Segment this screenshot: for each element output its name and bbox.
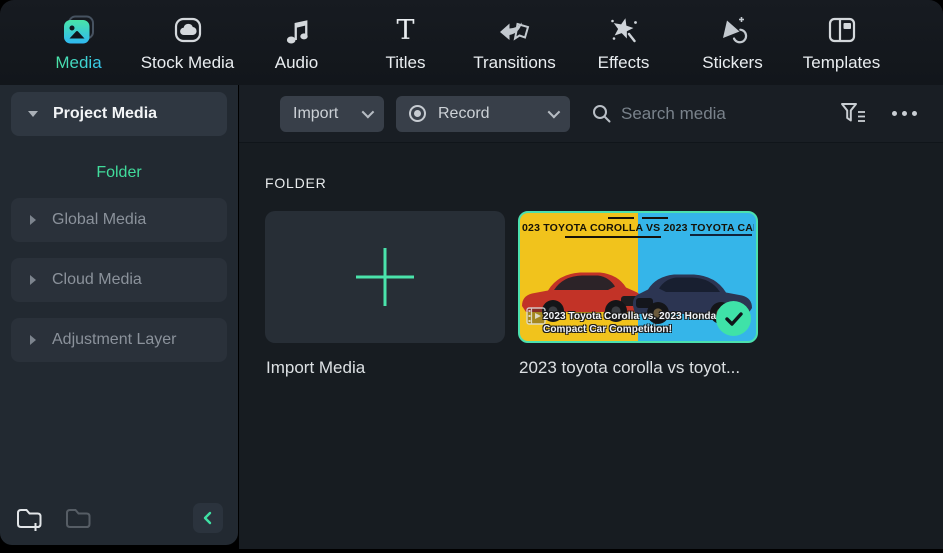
chevron-down-icon	[361, 105, 375, 119]
import-label: Import	[293, 104, 339, 122]
record-dropdown[interactable]: Record	[396, 95, 570, 132]
tab-stock-media[interactable]: Stock Media	[133, 0, 242, 85]
more-options-icon[interactable]	[892, 107, 917, 120]
project-media-label: Project Media	[53, 105, 158, 122]
media-icon	[62, 13, 95, 47]
import-media-button[interactable]	[265, 211, 505, 343]
sidebar-item-cloud-media[interactable]: Cloud Media	[11, 258, 227, 302]
import-dropdown[interactable]: Import	[280, 95, 384, 132]
video-clip-item: 023 TOYOTA COROLLA VS 2023 TOYOTA CAMR 2…	[518, 211, 758, 378]
filmora-media-window: Media Stock Media Audio T Titles Transit…	[0, 0, 943, 553]
chevron-right-icon	[30, 275, 36, 285]
record-label: Record	[438, 104, 490, 122]
toolbar-right	[839, 101, 917, 126]
filter-icon[interactable]	[839, 101, 866, 126]
tab-stickers-label: Stickers	[702, 53, 763, 72]
chevron-down-icon	[547, 105, 561, 119]
video-thumbnail[interactable]: 023 TOYOTA COROLLA VS 2023 TOYOTA CAMR 2…	[518, 211, 758, 343]
tab-transitions-label: Transitions	[473, 53, 556, 72]
record-icon	[409, 105, 426, 122]
thumbnail-caption: 2023 Toyota Corolla vs. 2023 Honda Civic…	[543, 311, 747, 335]
sidebar-item-folder[interactable]: Folder	[0, 164, 238, 182]
tab-stock-media-label: Stock Media	[140, 53, 235, 72]
stickers-icon	[717, 13, 749, 47]
tab-media-label: Media	[55, 53, 102, 72]
tab-templates[interactable]: Templates	[787, 0, 896, 85]
search-field	[592, 103, 786, 124]
media-grid: Import Media 023 TOYOTA COROLLA VS 2023 …	[265, 211, 943, 378]
tab-effects[interactable]: Effects	[569, 0, 678, 85]
chevron-right-icon	[30, 215, 36, 225]
video-title: 2023 toyota corolla vs toyot...	[519, 358, 741, 377]
media-sidebar: Project Media Folder Global Media Cloud …	[0, 85, 238, 545]
add-folder-icon[interactable]	[15, 505, 43, 532]
search-icon	[593, 105, 611, 123]
audio-icon	[284, 13, 310, 47]
in-timeline-check-icon	[716, 301, 751, 336]
chevron-right-icon	[30, 335, 36, 345]
tab-stickers[interactable]: Stickers	[678, 0, 787, 85]
tab-templates-label: Templates	[802, 53, 881, 72]
delete-folder-icon[interactable]	[64, 505, 92, 532]
transitions-icon	[498, 13, 532, 47]
project-media-dropdown[interactable]: Project Media	[11, 92, 227, 136]
effects-icon	[608, 13, 640, 47]
sidebar-item-adjustment-layer[interactable]: Adjustment Layer	[11, 318, 227, 362]
media-toolbar: Import Record	[239, 85, 943, 143]
media-panel: Import Record Search media FOLDER Import…	[239, 85, 943, 549]
tab-audio[interactable]: Audio	[242, 0, 351, 85]
top-navigation: Media Stock Media Audio T Titles Transit…	[0, 0, 943, 85]
sidebar-footer	[0, 503, 238, 533]
import-media-label: Import Media	[266, 358, 366, 377]
tab-audio-label: Audio	[274, 53, 319, 72]
section-label-folder: FOLDER	[265, 175, 327, 191]
tab-effects-label: Effects	[597, 53, 650, 72]
titles-icon: T	[396, 14, 415, 46]
stock-media-icon	[173, 13, 203, 47]
tab-titles[interactable]: T Titles	[351, 0, 460, 85]
search-input[interactable]	[621, 103, 786, 124]
sidebar-item-global-media[interactable]: Global Media	[11, 198, 227, 242]
tab-titles-label: Titles	[385, 53, 426, 72]
templates-icon	[827, 13, 857, 47]
plus-icon	[356, 248, 414, 306]
import-media-item: Import Media	[265, 211, 505, 378]
collapse-sidebar-button[interactable]	[193, 503, 223, 533]
tab-transitions[interactable]: Transitions	[460, 0, 569, 85]
chevron-left-icon	[203, 511, 212, 525]
tab-media[interactable]: Media	[24, 0, 133, 85]
chevron-down-icon	[28, 111, 38, 117]
